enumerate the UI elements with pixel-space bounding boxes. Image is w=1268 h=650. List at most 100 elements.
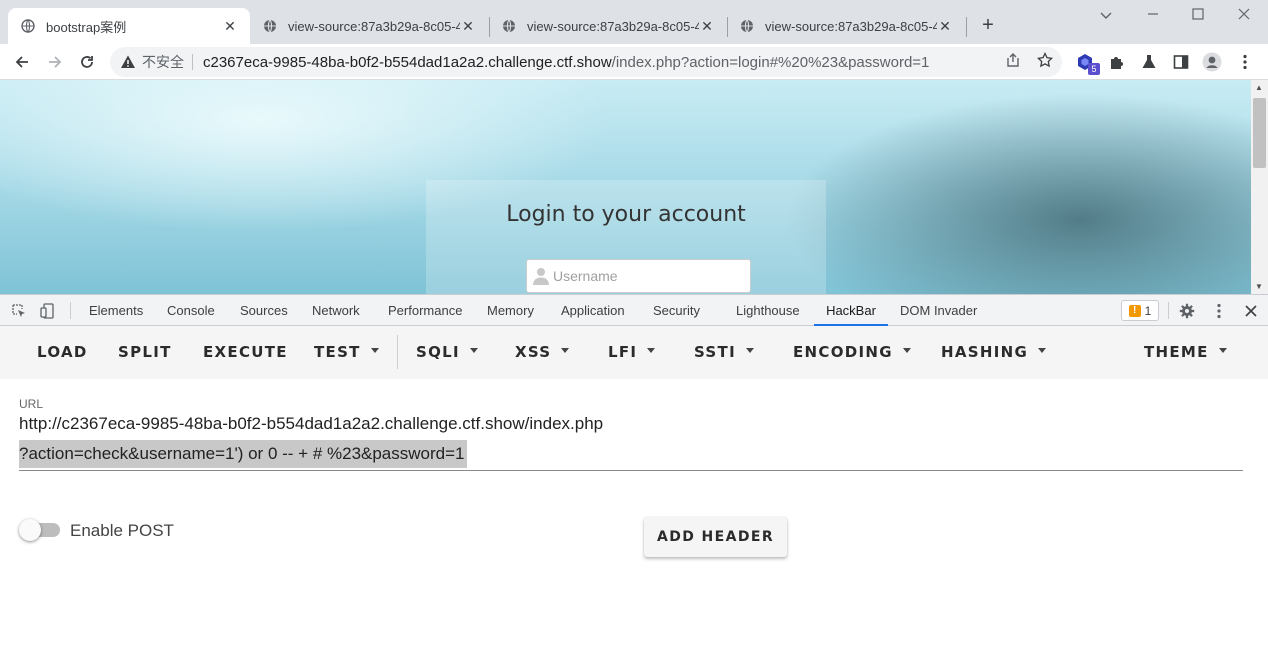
caret-down-icon bbox=[370, 348, 379, 353]
toggle-knob bbox=[19, 519, 41, 541]
scroll-up-arrow-icon[interactable]: ▲ bbox=[1255, 83, 1263, 92]
address-bar[interactable]: 不安全 c2367eca-9985-48ba-b0f2-b554dad1a2a2… bbox=[110, 47, 1062, 77]
encoding-menu-label: ENCODING bbox=[793, 343, 893, 361]
tab-title: view-source:87a3b29a-8c05-4 bbox=[288, 18, 460, 34]
execute-button[interactable]: EXECUTE bbox=[203, 326, 288, 379]
caret-down-icon bbox=[469, 348, 478, 353]
caret-down-icon bbox=[647, 348, 656, 353]
device-toolbar-icon[interactable] bbox=[38, 301, 58, 321]
ssti-menu-button[interactable]: SSTI bbox=[694, 326, 754, 379]
tab-elements[interactable]: Elements bbox=[89, 295, 143, 326]
split-button[interactable]: SPLIT bbox=[118, 326, 172, 379]
url-host: c2367eca-9985-48ba-b0f2-b554dad1a2a2.cha… bbox=[203, 53, 612, 71]
url-textarea-line[interactable]: http://c2367eca-9985-48ba-b0f2-b554dad1a… bbox=[19, 414, 603, 434]
theme-menu-button[interactable]: THEME bbox=[1144, 326, 1227, 379]
bookmark-star-icon[interactable] bbox=[1036, 51, 1054, 69]
puzzle-extensions-icon[interactable] bbox=[1107, 52, 1127, 72]
forward-arrow-icon[interactable] bbox=[43, 50, 67, 74]
new-tab-button[interactable]: + bbox=[977, 15, 999, 37]
sqli-menu-button[interactable]: SQLI bbox=[416, 326, 478, 379]
user-icon bbox=[533, 267, 549, 285]
test-menu-button[interactable]: TEST bbox=[314, 326, 379, 379]
gear-icon[interactable] bbox=[1177, 301, 1197, 321]
browser-tab[interactable]: view-source:87a3b29a-8c05-4 ✕ bbox=[727, 8, 965, 44]
hashing-menu-button[interactable]: HASHING bbox=[941, 326, 1047, 379]
toolbar-divider bbox=[70, 302, 71, 319]
hackbar-divider bbox=[397, 335, 398, 369]
enable-post-toggle[interactable] bbox=[19, 518, 61, 542]
login-panel: Login to your account bbox=[426, 180, 826, 294]
close-icon[interactable]: ✕ bbox=[222, 18, 238, 34]
side-panel-icon[interactable] bbox=[1171, 52, 1191, 72]
warning-triangle-icon[interactable] bbox=[120, 54, 136, 70]
tab-search-icon[interactable] bbox=[1091, 6, 1121, 24]
load-button[interactable]: LOAD bbox=[37, 326, 88, 379]
tab-hackbar[interactable]: HackBar bbox=[814, 295, 888, 326]
security-status-label[interactable]: 不安全 bbox=[142, 54, 193, 70]
add-header-button[interactable]: ADD HEADER bbox=[644, 517, 787, 557]
hackbar-toolbar: LOAD SPLIT EXECUTE TEST SQLI XSS LFI SST… bbox=[0, 326, 1268, 379]
browser-tab-active[interactable]: bootstrap案例 ✕ bbox=[8, 8, 250, 44]
url-field-label: URL bbox=[19, 397, 44, 411]
caret-down-icon bbox=[902, 348, 911, 353]
theme-menu-label: THEME bbox=[1144, 343, 1209, 361]
test-menu-label: TEST bbox=[314, 343, 361, 361]
ssti-menu-label: SSTI bbox=[694, 343, 736, 361]
extension-badge: 5 bbox=[1088, 63, 1100, 75]
flask-labs-icon[interactable] bbox=[1139, 52, 1159, 72]
page-scrollbar[interactable]: ▲ ▼ bbox=[1251, 80, 1268, 294]
login-title: Login to your account bbox=[506, 202, 746, 227]
reload-icon[interactable] bbox=[75, 50, 99, 74]
tab-dom-invader[interactable]: DOM Invader bbox=[900, 295, 977, 326]
browser-tab[interactable]: view-source:87a3b29a-8c05-4 ✕ bbox=[489, 8, 727, 44]
window-close-icon[interactable] bbox=[1229, 6, 1259, 24]
username-input[interactable] bbox=[553, 268, 733, 284]
caret-down-icon bbox=[1218, 348, 1227, 353]
minimize-icon[interactable] bbox=[1138, 6, 1168, 24]
tab-memory[interactable]: Memory bbox=[487, 295, 534, 326]
encoding-menu-button[interactable]: ENCODING bbox=[793, 326, 911, 379]
sqli-menu-label: SQLI bbox=[416, 343, 460, 361]
back-arrow-icon[interactable] bbox=[10, 50, 34, 74]
close-icon[interactable]: ✕ bbox=[937, 18, 953, 34]
inspect-element-icon[interactable] bbox=[9, 301, 29, 321]
issue-flag-icon: ! bbox=[1128, 304, 1141, 317]
browser-tab-strip: bootstrap案例 ✕ view-source:87a3b29a-8c05-… bbox=[0, 0, 1268, 44]
tab-performance[interactable]: Performance bbox=[388, 295, 462, 326]
url-path: /index.php?action=login#%20%23&password=… bbox=[611, 53, 930, 71]
url-field-underline bbox=[19, 470, 1243, 471]
caret-down-icon bbox=[561, 348, 570, 353]
xss-menu-button[interactable]: XSS bbox=[515, 326, 570, 379]
page-viewport: Login to your account bbox=[0, 80, 1251, 294]
devtools-kebab-menu-icon[interactable] bbox=[1209, 301, 1229, 321]
xss-menu-label: XSS bbox=[515, 343, 552, 361]
scroll-down-arrow-icon[interactable]: ▼ bbox=[1255, 282, 1263, 291]
browser-toolbar: 不安全 c2367eca-9985-48ba-b0f2-b554dad1a2a2… bbox=[0, 44, 1268, 80]
globe-icon bbox=[739, 18, 755, 34]
close-icon[interactable]: ✕ bbox=[460, 18, 476, 34]
address-url[interactable]: c2367eca-9985-48ba-b0f2-b554dad1a2a2.cha… bbox=[203, 54, 929, 71]
tab-title: view-source:87a3b29a-8c05-4 bbox=[765, 18, 937, 34]
tab-security[interactable]: Security bbox=[653, 295, 700, 326]
lfi-menu-button[interactable]: LFI bbox=[608, 326, 656, 379]
maximize-icon[interactable] bbox=[1183, 6, 1213, 24]
browser-tab[interactable]: view-source:87a3b29a-8c05-4 ✕ bbox=[250, 8, 488, 44]
close-icon[interactable]: ✕ bbox=[699, 18, 715, 34]
scrollbar-thumb[interactable] bbox=[1253, 98, 1266, 168]
enable-post-label[interactable]: Enable POST bbox=[70, 521, 174, 541]
share-icon[interactable] bbox=[1004, 51, 1022, 69]
profile-avatar-icon[interactable] bbox=[1202, 52, 1222, 72]
tab-network[interactable]: Network bbox=[312, 295, 360, 326]
devtools-close-icon[interactable] bbox=[1241, 301, 1261, 321]
username-field[interactable] bbox=[526, 259, 751, 293]
lfi-menu-label: LFI bbox=[608, 343, 638, 361]
tab-lighthouse[interactable]: Lighthouse bbox=[736, 295, 800, 326]
tab-sources[interactable]: Sources bbox=[240, 295, 288, 326]
tab-divider bbox=[966, 17, 967, 37]
url-textarea-selected-line[interactable]: ?action=check&username=1') or 0 -- + # %… bbox=[19, 440, 467, 468]
kebab-menu-icon[interactable] bbox=[1235, 52, 1255, 72]
tab-application[interactable]: Application bbox=[561, 295, 625, 326]
issues-counter[interactable]: ! 1 bbox=[1121, 300, 1159, 321]
tab-title: view-source:87a3b29a-8c05-4 bbox=[527, 18, 699, 34]
tab-console[interactable]: Console bbox=[167, 295, 215, 326]
